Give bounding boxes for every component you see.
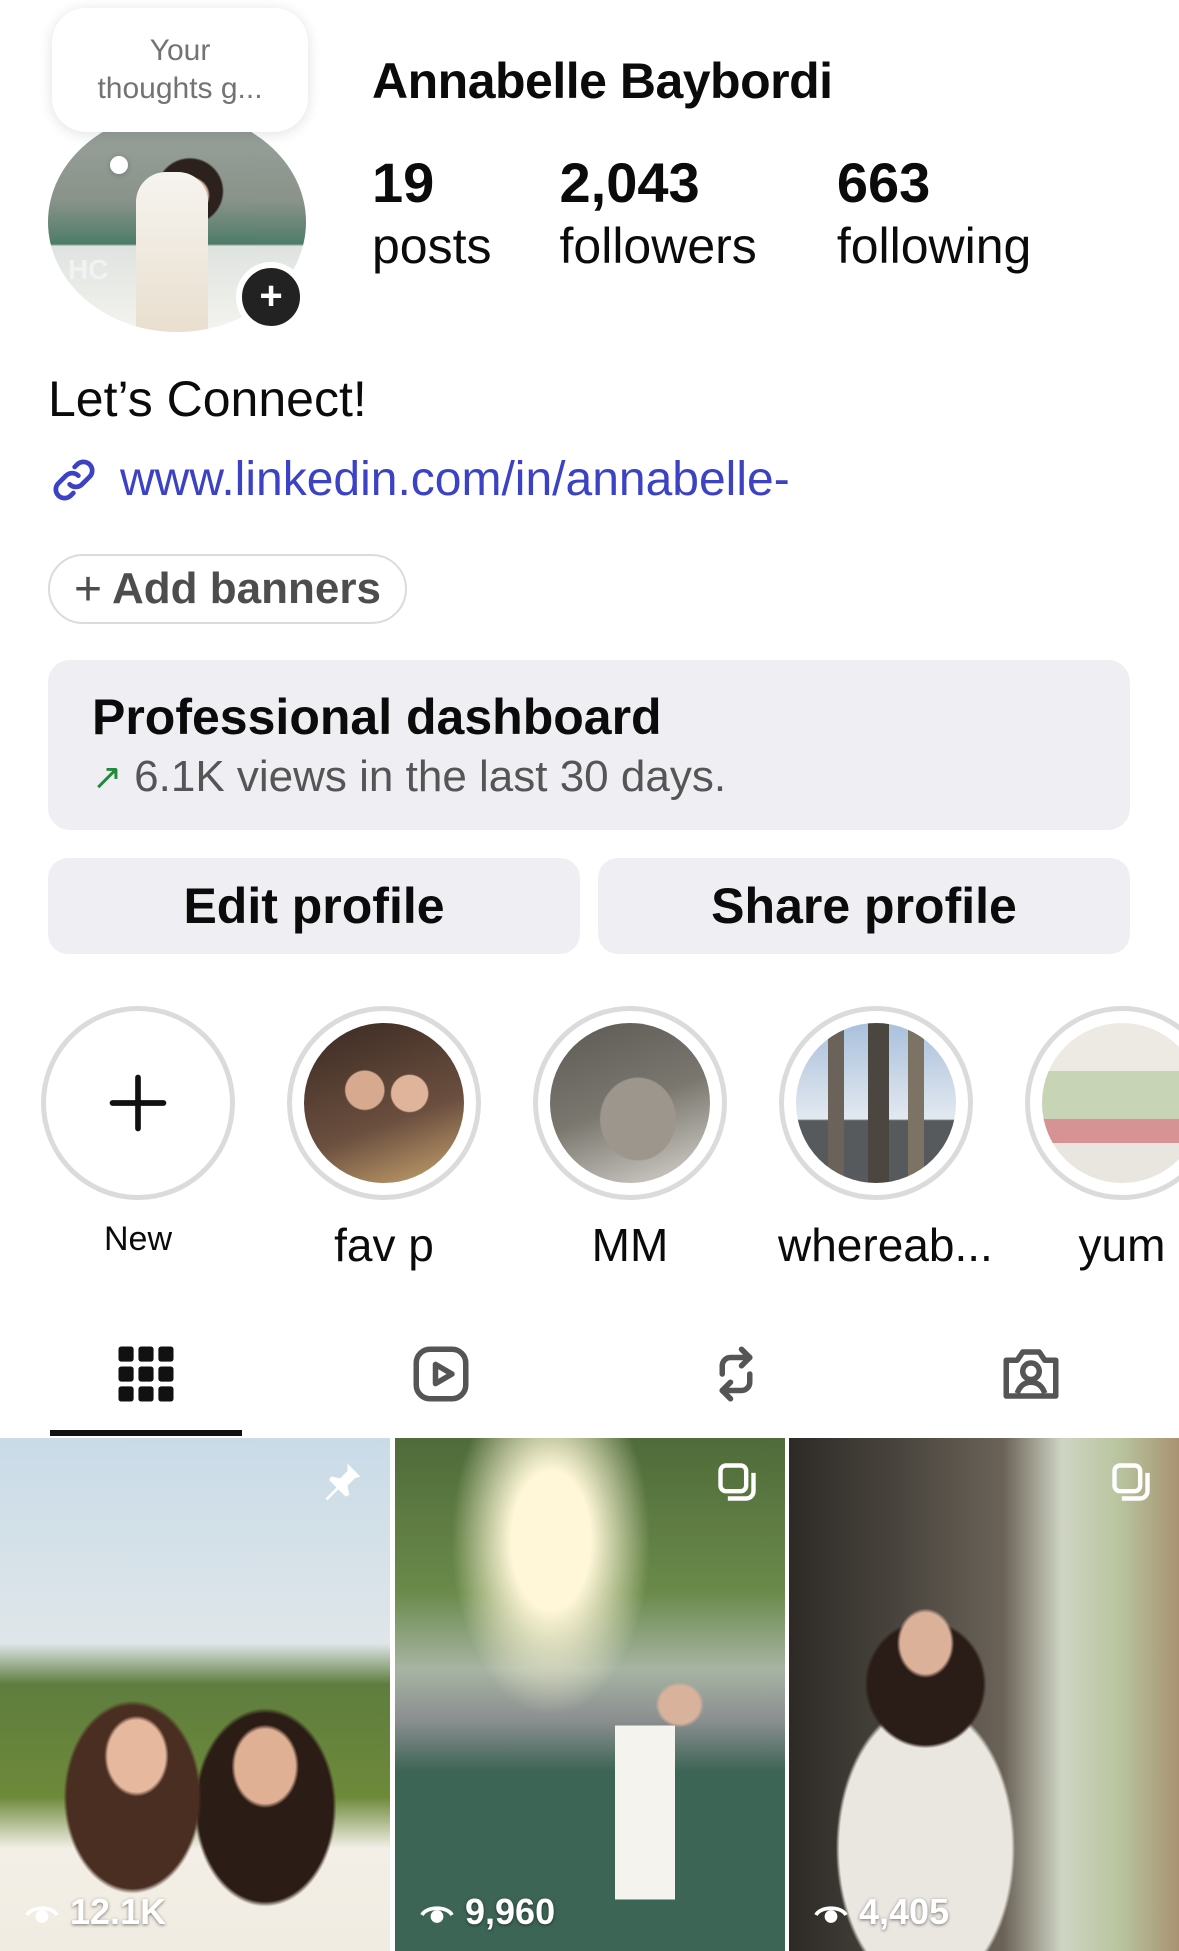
reels-icon xyxy=(413,1346,469,1402)
plus-icon: + xyxy=(74,562,103,616)
post-views: 12.1K xyxy=(24,1891,166,1933)
highlight-new[interactable]: New xyxy=(40,1006,236,1259)
post-image xyxy=(395,1438,785,1951)
following-count: 663 xyxy=(836,151,931,214)
reposts-icon xyxy=(719,1346,753,1402)
highlight-cover xyxy=(550,1023,710,1183)
dashboard-subtitle: 6.1K views in the last 30 days. xyxy=(134,752,727,801)
eye-icon xyxy=(25,1906,59,1923)
post-thumbnail[interactable]: 12.1K xyxy=(0,1438,390,1951)
post-views: 4,405 xyxy=(813,1891,949,1933)
grid-icon xyxy=(118,1346,174,1402)
plus-icon xyxy=(109,1074,167,1132)
post-views-count: 12.1K xyxy=(70,1891,167,1932)
followers-stat[interactable]: 2,043 followers xyxy=(560,150,757,276)
highlight-cover xyxy=(1042,1023,1179,1183)
avatar-sign-text: HC xyxy=(68,254,109,285)
tab-tagged[interactable] xyxy=(991,1334,1071,1414)
tab-grid[interactable] xyxy=(106,1334,186,1414)
eye-icon xyxy=(420,1906,454,1923)
highlight-whereabouts[interactable]: whereab... xyxy=(778,1006,993,1272)
dashboard-title: Professional dashboard xyxy=(92,689,662,745)
profile-name: Annabelle Baybordi xyxy=(372,53,833,109)
post-image xyxy=(789,1438,1179,1951)
eye-icon xyxy=(814,1906,848,1923)
highlight-yum[interactable]: yum xyxy=(1024,1006,1179,1272)
trend-up-icon: ↗ xyxy=(92,756,123,797)
highlight-label: whereab... xyxy=(778,1219,993,1271)
profile-link[interactable]: www.linkedin.com/in/annabelle- xyxy=(48,452,790,507)
post-grid: 12.1K 9,960 4,405 xyxy=(0,1438,1179,1951)
thought-bubble-tail xyxy=(110,156,128,174)
post-thumbnail[interactable]: 9,960 xyxy=(395,1438,785,1951)
post-views-count: 4,405 xyxy=(859,1891,950,1932)
highlight-ring xyxy=(533,1006,727,1200)
tab-reels[interactable] xyxy=(401,1334,481,1414)
followers-count: 2,043 xyxy=(559,151,700,214)
add-story-button[interactable]: + xyxy=(236,262,306,332)
profile-link-text: www.linkedin.com/in/annabelle- xyxy=(120,453,790,506)
professional-dashboard[interactable]: Professional dashboard ↗ 6.1K views in t… xyxy=(48,660,1130,830)
thought-bubble[interactable]: Your thoughts g... xyxy=(52,8,308,132)
highlight-mm[interactable]: MM xyxy=(532,1006,728,1272)
add-banners-label: Add banners xyxy=(112,564,381,613)
profile-tabs xyxy=(0,1320,1179,1438)
highlight-ring xyxy=(287,1006,481,1200)
highlight-label: MM xyxy=(591,1219,669,1271)
profile-stats: 19 posts 2,043 followers 663 following xyxy=(372,150,1031,276)
post-thumbnail[interactable]: 4,405 xyxy=(789,1438,1179,1951)
posts-label: posts xyxy=(372,218,492,274)
pin-icon xyxy=(325,1463,361,1501)
profile-avatar[interactable]: HC + xyxy=(48,112,306,332)
highlight-ring xyxy=(1025,1006,1179,1200)
highlight-cover xyxy=(304,1023,464,1183)
post-views-count: 9,960 xyxy=(465,1891,556,1932)
highlight-ring xyxy=(779,1006,973,1200)
following-stat[interactable]: 663 following xyxy=(837,150,1032,276)
highlight-label: fav p xyxy=(334,1219,434,1271)
posts-count: 19 xyxy=(372,151,435,214)
active-tab-indicator xyxy=(50,1430,242,1436)
highlight-cover xyxy=(796,1023,956,1183)
tab-reposts[interactable] xyxy=(696,1334,776,1414)
highlight-label: yum xyxy=(1078,1219,1166,1271)
carousel-icon xyxy=(718,1463,756,1501)
tagged-icon xyxy=(1003,1349,1059,1399)
post-image xyxy=(0,1438,390,1951)
share-profile-button[interactable]: Share profile xyxy=(598,858,1130,954)
link-icon xyxy=(53,458,95,501)
profile-bio: Let’s Connect! xyxy=(48,371,367,427)
edit-profile-button[interactable]: Edit profile xyxy=(48,858,580,954)
posts-stat[interactable]: 19 posts xyxy=(372,150,492,276)
highlight-fav-p[interactable]: fav p xyxy=(286,1006,482,1272)
highlight-label: New xyxy=(103,1220,173,1258)
followers-label: followers xyxy=(559,218,757,274)
carousel-icon xyxy=(1112,1463,1150,1501)
post-views: 9,960 xyxy=(419,1891,555,1933)
dashboard-subtitle-row: ↗ 6.1K views in the last 30 days. xyxy=(92,752,1086,802)
thought-bubble-text: Your thoughts g... xyxy=(97,34,263,105)
highlight-new-ring xyxy=(41,1006,235,1200)
add-banners-button[interactable]: + Add banners xyxy=(48,554,407,624)
following-label: following xyxy=(836,218,1032,274)
